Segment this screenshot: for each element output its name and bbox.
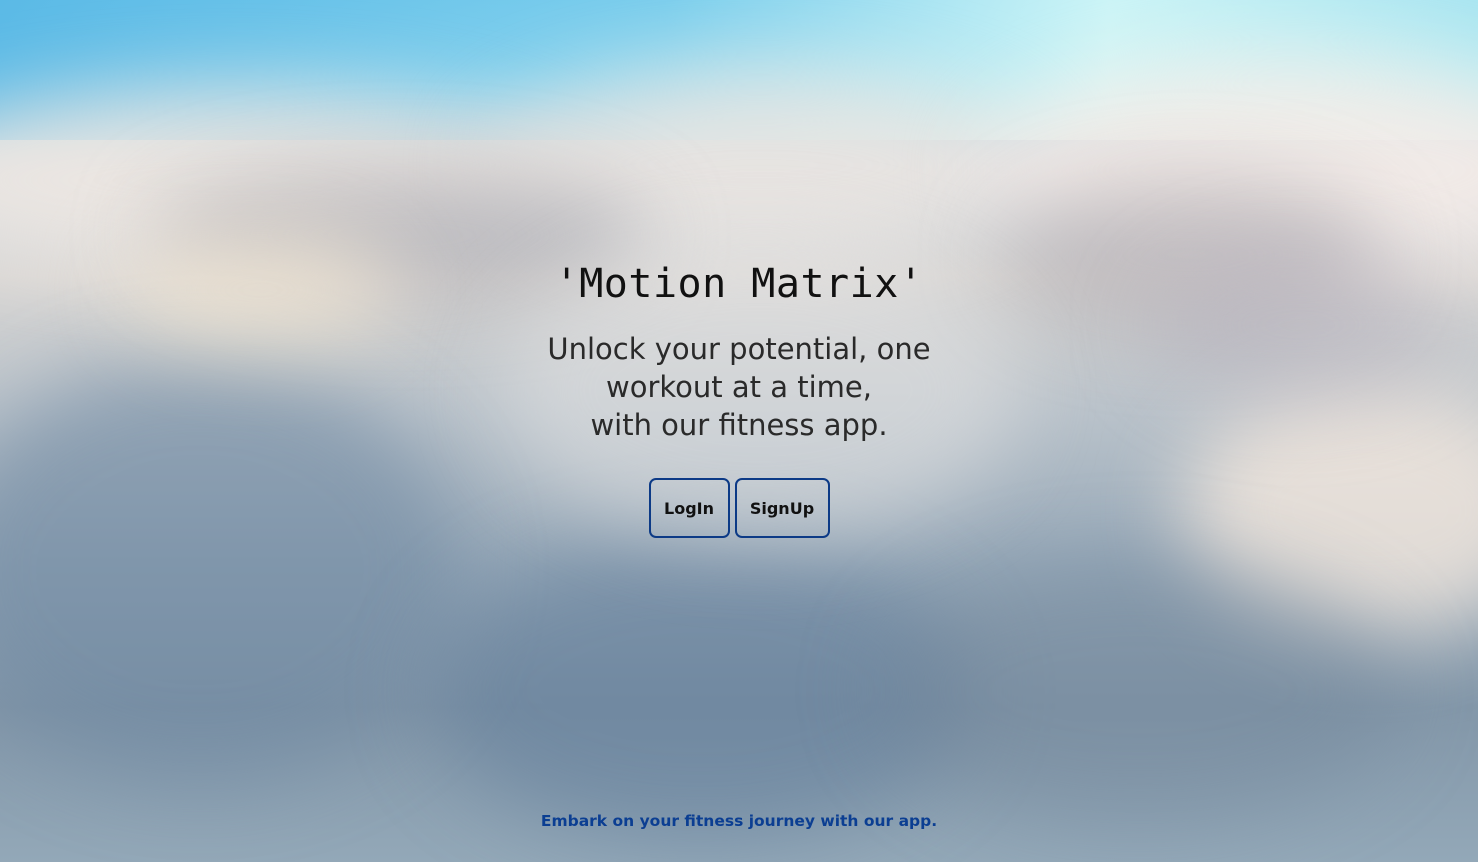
tagline-line-2: workout at a time, [606,370,872,404]
footer-text: Embark on your fitness journey with our … [540,812,938,830]
login-button[interactable]: LogIn [648,478,730,538]
tagline-line-3: with our fitness app. [590,408,888,442]
tagline: Unlock your potential, one workout at a … [529,330,949,444]
auth-actions: LogIn SignUp [0,478,1478,538]
tagline-line-1: Unlock your potential, one [547,332,931,366]
app-title: 'Motion Matrix' [554,261,924,307]
signup-button[interactable]: SignUp [734,478,830,538]
hero-section: 'Motion Matrix' Unlock your potential, o… [0,262,1478,538]
